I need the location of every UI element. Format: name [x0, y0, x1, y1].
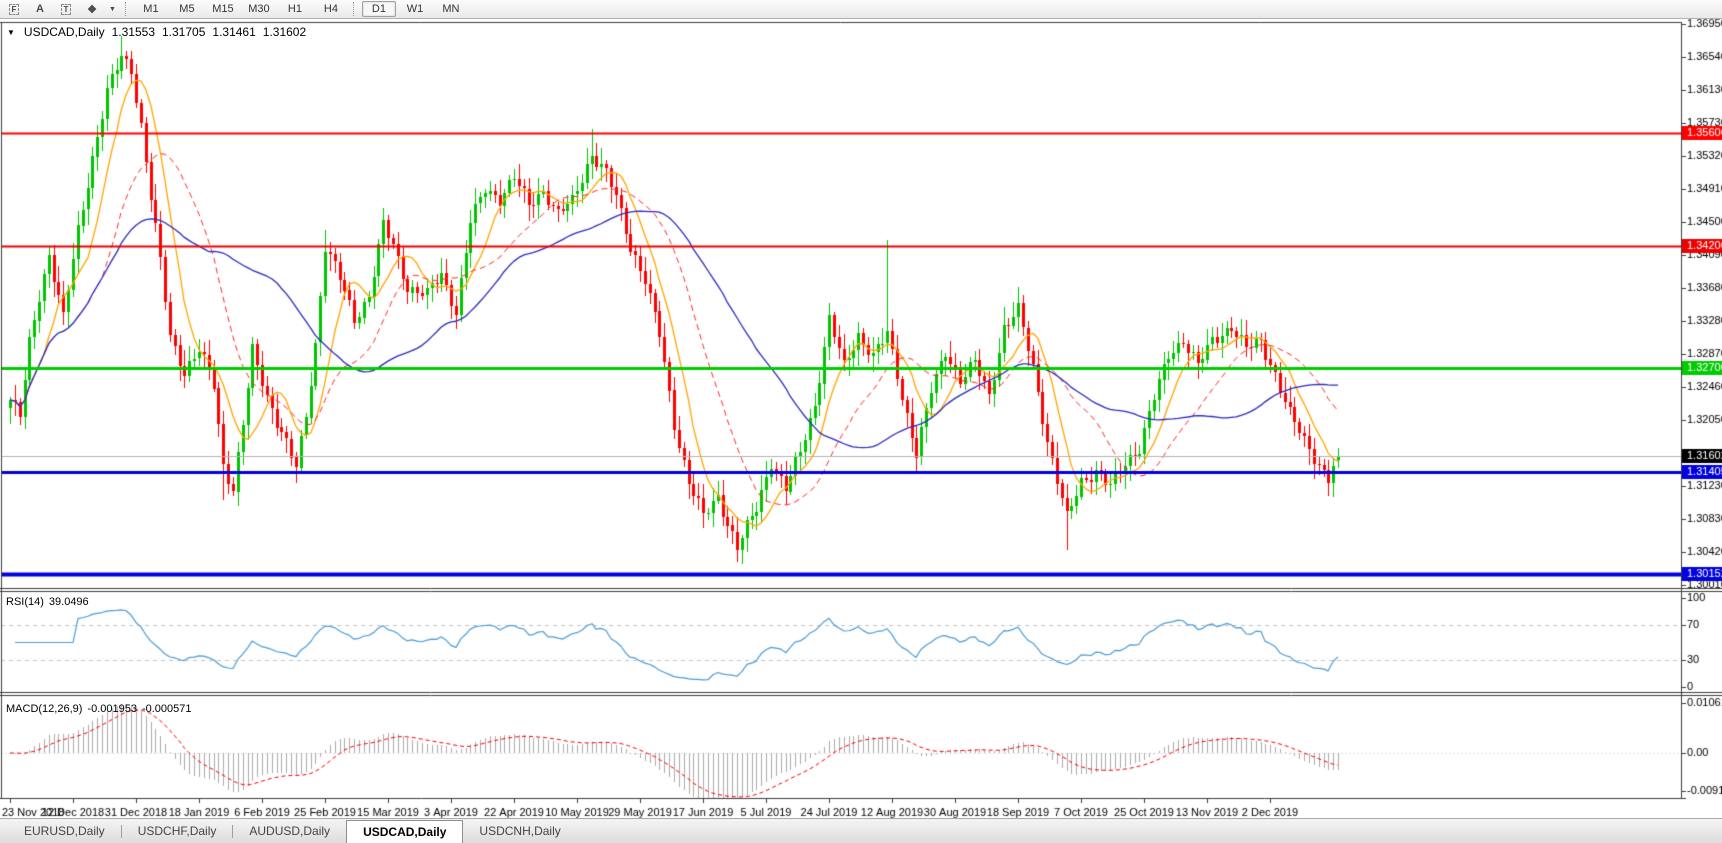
chart-header: ▼ USDCAD,Daily 1.31553 1.31705 1.31461 1… [7, 25, 306, 39]
rsi-name: RSI(14) [6, 596, 44, 608]
toolbar-divider [124, 2, 127, 16]
timeframe-d1[interactable]: D1 [361, 1, 396, 17]
fractal-grid-icon[interactable]: F [4, 2, 24, 17]
open-value: 1.31553 [111, 25, 155, 39]
text-label-glyph: T [60, 3, 72, 15]
timeframe-m5[interactable]: M5 [170, 1, 204, 17]
low-value: 1.31461 [212, 25, 256, 39]
close-value: 1.31602 [262, 25, 307, 39]
tab-audusd[interactable]: AUDUSD,Daily [233, 819, 346, 843]
tab-usdchf[interactable]: USDCHF,Daily [122, 819, 233, 843]
tab-usdcnh[interactable]: USDCNH,Daily [463, 819, 576, 843]
text-annotation-glyph: A [36, 3, 44, 15]
toolbar-divider [352, 2, 355, 16]
fractal-grid-glyph: F [8, 3, 20, 15]
timeframe-m30[interactable]: M30 [242, 1, 276, 17]
chart-canvas[interactable] [0, 0, 1722, 843]
text-label-icon[interactable]: T [56, 2, 76, 17]
macd-indicator-label: MACD(12,26,9) -0.001953 -0.000571 [6, 703, 197, 715]
macd-value: -0.001953 [87, 703, 137, 715]
symbol-tabbar: EURUSD,Daily USDCHF,Daily AUDUSD,Daily USDC… [0, 818, 1722, 843]
macd-name: MACD(12,26,9) [6, 703, 83, 715]
timeframe-mn[interactable]: MN [434, 1, 468, 17]
high-value: 1.31705 [162, 25, 206, 39]
timeframe-m15[interactable]: M15 [206, 1, 240, 17]
rsi-value: 39.0496 [48, 596, 89, 608]
timeframe-m1[interactable]: M1 [134, 1, 168, 17]
chevron-down-icon[interactable]: ▼ [109, 6, 116, 13]
tab-usdcad[interactable]: USDCAD,Daily [346, 820, 464, 843]
mt4-window: F A T ❖ ▼ M1 M5 M15 M30 H1 H4 D1 W1 MN ▼ USDCAD,… [0, 0, 1722, 843]
timeframe-group: M1 M5 M15 M30 H1 H4 D1 W1 MN [134, 1, 470, 17]
symbol-period-label: USDCAD,Daily [23, 25, 105, 39]
rsi-indicator-label: RSI(14) 39.0496 [6, 596, 94, 608]
tab-eurusd[interactable]: EURUSD,Daily [8, 819, 121, 843]
toolbar: F A T ❖ ▼ M1 M5 M15 M30 H1 H4 D1 W1 MN [0, 0, 1722, 19]
text-annotation-icon[interactable]: A [30, 2, 50, 17]
color-scheme-icon[interactable]: ❖ [82, 2, 102, 17]
color-scheme-glyph: ❖ [87, 3, 97, 16]
macd-signal-value: -0.000571 [141, 703, 192, 715]
collapse-chart-icon[interactable]: ▼ [7, 28, 15, 37]
timeframe-h1[interactable]: H1 [278, 1, 312, 17]
timeframe-w1[interactable]: W1 [398, 1, 432, 17]
timeframe-h4[interactable]: H4 [314, 1, 348, 17]
